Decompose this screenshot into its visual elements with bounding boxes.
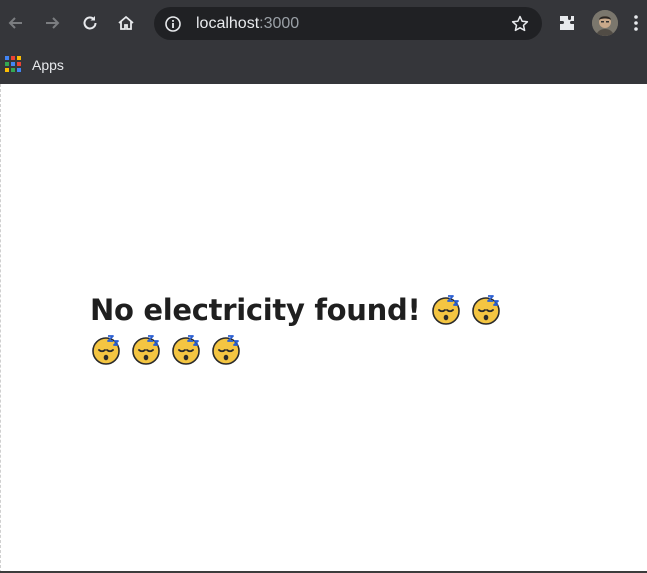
browser-chrome: localhost:3000 Apps [0,0,647,84]
bookmark-label: Apps [32,57,64,73]
bookmarks-bar: Apps [0,46,647,84]
menu-icon[interactable] [630,11,642,35]
sleeping-face-icon [92,335,120,365]
message-text: No electricity found! [90,293,421,327]
sleeping-face-icon [172,335,200,365]
url-host: localhost [196,15,260,32]
profile-avatar[interactable] [592,10,618,36]
sleeping-face-icon [132,335,160,365]
page-heading: No electricity found! [90,290,550,370]
page-left-border [0,84,2,573]
sleeping-face-icon [472,295,500,325]
extensions-icon[interactable] [555,11,579,35]
bookmark-star-icon[interactable] [510,14,530,34]
reload-icon[interactable] [78,11,102,35]
home-icon[interactable] [114,11,138,35]
address-bar[interactable]: localhost:3000 [154,7,542,40]
forward-icon[interactable] [40,11,64,35]
sleeping-face-icon [212,335,240,365]
info-icon[interactable] [164,15,182,33]
sleeping-face-icon [432,295,460,325]
browser-toolbar: localhost:3000 [0,0,647,46]
url-port: :3000 [259,15,300,32]
apps-grid-icon [5,56,23,74]
url-text[interactable]: localhost:3000 [196,14,299,33]
bookmark-apps[interactable]: Apps [5,53,64,77]
back-icon[interactable] [4,11,28,35]
